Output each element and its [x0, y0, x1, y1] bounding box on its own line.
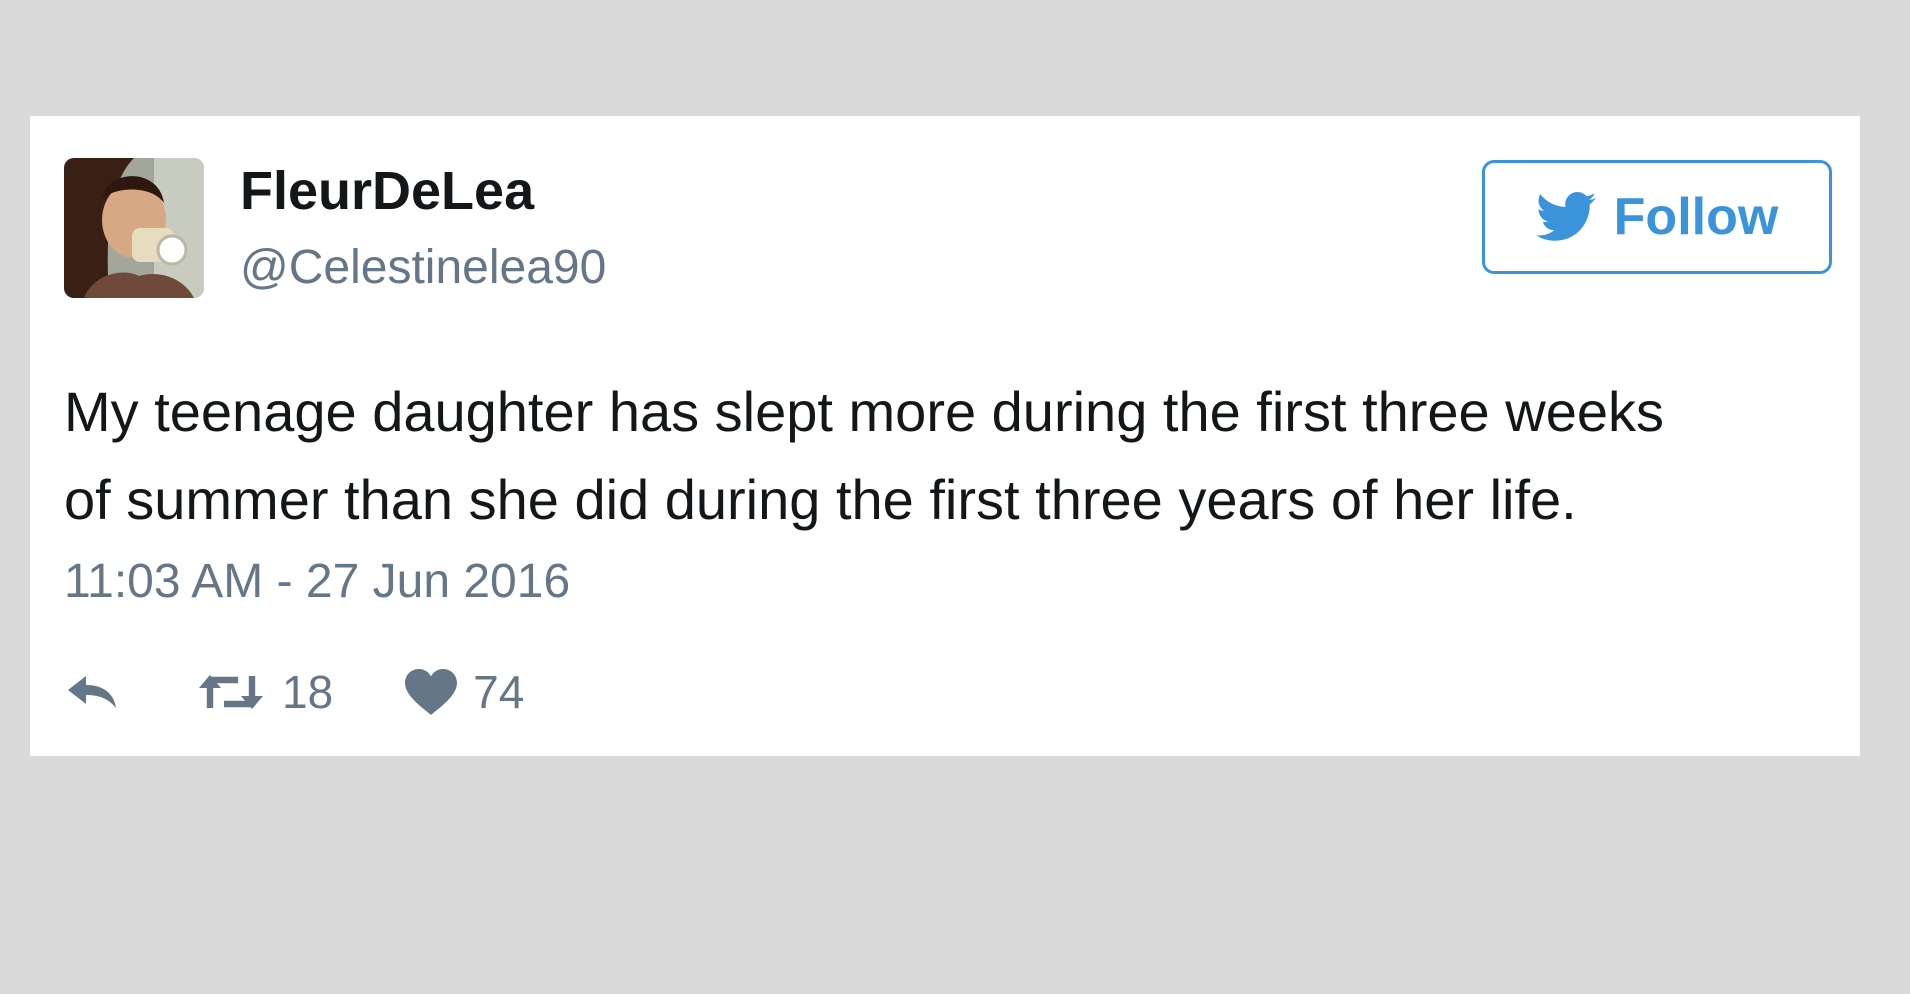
user-handle[interactable]: @Celestinelea90: [240, 244, 606, 292]
reply-button[interactable]: [64, 668, 124, 716]
tweet-timestamp[interactable]: 11:03 AM - 27 Jun 2016: [64, 558, 570, 606]
tweet-text: My teenage daughter has slept more durin…: [64, 368, 1854, 544]
avatar-image: [64, 158, 204, 298]
follow-button[interactable]: Follow: [1482, 160, 1832, 274]
tweet-text-line: of summer than she did during the first …: [64, 468, 1577, 531]
tweet-actions: 18 74: [64, 662, 524, 722]
heart-icon: [403, 667, 459, 717]
follow-label: Follow: [1613, 188, 1779, 246]
retweet-icon: [194, 668, 268, 716]
display-name[interactable]: FleurDeLea: [240, 164, 534, 218]
like-count: 74: [473, 666, 525, 718]
retweet-button[interactable]: 18: [194, 668, 333, 716]
avatar[interactable]: [64, 158, 204, 298]
retweet-count: 18: [282, 666, 334, 718]
twitter-bird-icon: [1535, 192, 1596, 242]
tweet-card: FleurDeLea @Celestinelea90 Follow My tee…: [30, 116, 1860, 756]
like-button[interactable]: 74: [403, 667, 524, 717]
tweet-text-line: My teenage daughter has slept more durin…: [64, 380, 1664, 443]
reply-icon: [64, 668, 124, 716]
